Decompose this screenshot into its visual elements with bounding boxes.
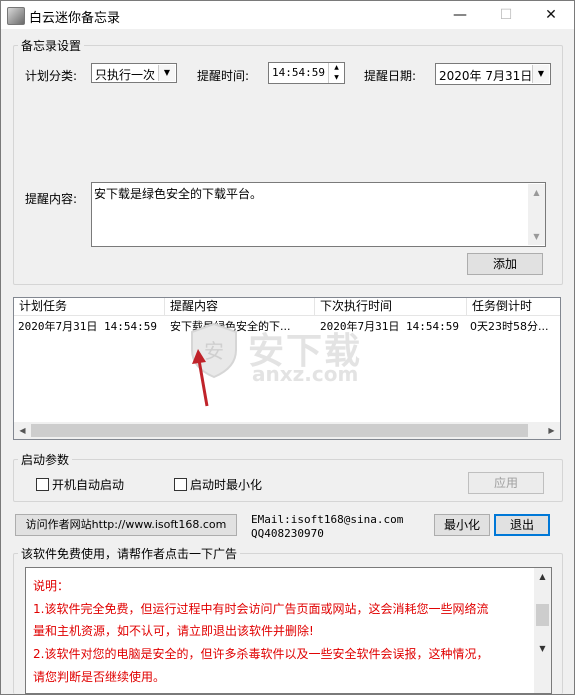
time-spinner[interactable]: 14:54:59 ▲ ▼ bbox=[268, 62, 345, 84]
chevron-down-icon[interactable]: ▼ bbox=[532, 65, 549, 83]
settings-group-label: 备忘录设置 bbox=[18, 37, 85, 54]
close-window-button[interactable]: ✕ bbox=[528, 1, 574, 29]
hscroll-thumb[interactable] bbox=[31, 424, 528, 437]
app-icon bbox=[7, 7, 25, 25]
qq-text: QQ408230970 bbox=[251, 527, 324, 540]
ad-line-4: 请您判断是否继续使用。 bbox=[33, 670, 166, 684]
add-button[interactable]: 添加 bbox=[467, 253, 543, 275]
ad-line-2: 量和主机资源，如不认可，请立即退出该软件并删除! bbox=[33, 624, 314, 638]
time-label: 提醒时间: bbox=[197, 69, 250, 83]
category-label: 计划分类: bbox=[25, 69, 78, 83]
ad-line-title: 说明： bbox=[33, 579, 70, 593]
date-picker[interactable]: 2020年 7月31日 ▼ bbox=[435, 63, 551, 85]
time-value: 14:54:59 bbox=[272, 66, 325, 79]
email-text: EMail:isoft168@sina.com bbox=[251, 513, 404, 526]
date-label: 提醒日期: bbox=[364, 69, 417, 83]
title-bar[interactable]: 白云迷你备忘录 — ☐ ✕ bbox=[1, 1, 574, 29]
spinner-buttons[interactable]: ▲ ▼ bbox=[328, 63, 344, 83]
minimize-window-button[interactable]: — bbox=[437, 1, 483, 29]
startup-group-label: 启动参数 bbox=[18, 451, 73, 468]
ad-content-box[interactable]: 说明： 1.该软件完全免费，但运行过程中有时会访问广告页面或网站，这会消耗您一些… bbox=[25, 567, 552, 694]
ad-scroll-thumb[interactable] bbox=[536, 604, 549, 626]
column-header-task[interactable]: 计划任务 bbox=[14, 298, 165, 315]
content-textarea[interactable]: 安下载是绿色安全的下载平台。 ▲ ▼ bbox=[91, 182, 546, 247]
maximize-window-button: ☐ bbox=[499, 7, 513, 23]
task-list-header: 计划任务 提醒内容 下次执行时间 任务倒计时 bbox=[14, 298, 560, 316]
column-header-next-time[interactable]: 下次执行时间 bbox=[315, 298, 467, 315]
ad-scrollbar[interactable]: ▲ ▼ bbox=[534, 568, 551, 693]
category-value: 只执行一次 bbox=[95, 68, 156, 82]
minimize-button[interactable]: 最小化 bbox=[434, 514, 490, 536]
app-window: 白云迷你备忘录 — ☐ ✕ 备忘录设置 计划分类: 只执行一次 ▼ 提醒时间: … bbox=[0, 0, 575, 695]
column-header-content[interactable]: 提醒内容 bbox=[165, 298, 315, 315]
autostart-checkbox[interactable] bbox=[36, 478, 49, 491]
category-select[interactable]: 只执行一次 ▼ bbox=[91, 63, 177, 83]
watermark-domain: anxz.com bbox=[252, 362, 359, 386]
window-title: 白云迷你备忘录 bbox=[29, 11, 121, 26]
chevron-down-icon[interactable]: ▼ bbox=[158, 65, 175, 81]
task-list-hscrollbar[interactable]: ◀ ▶ bbox=[14, 422, 560, 439]
scroll-left-icon[interactable]: ◀ bbox=[14, 422, 31, 439]
date-value: 2020年 7月31日 bbox=[439, 69, 533, 83]
scroll-right-icon[interactable]: ▶ bbox=[543, 422, 560, 439]
minimized-checkbox[interactable] bbox=[174, 478, 187, 491]
exit-button[interactable]: 退出 bbox=[494, 514, 550, 536]
content-scrollbar[interactable]: ▲ ▼ bbox=[528, 184, 545, 245]
content-label: 提醒内容: bbox=[25, 192, 78, 206]
task-list[interactable]: 计划任务 提醒内容 下次执行时间 任务倒计时 2020年7月31日 14:54:… bbox=[13, 297, 561, 440]
autostart-label[interactable]: 开机自动启动 bbox=[52, 476, 124, 493]
scroll-up-icon[interactable]: ▲ bbox=[528, 184, 545, 201]
spin-up-icon[interactable]: ▲ bbox=[329, 63, 344, 73]
scroll-down-icon[interactable]: ▼ bbox=[534, 640, 551, 657]
spin-down-icon[interactable]: ▼ bbox=[329, 73, 344, 83]
visit-website-button[interactable]: 访问作者网站http://www.isoft168.com bbox=[15, 514, 237, 536]
row-task-cell: 2020年7月31日 14:54:59 bbox=[18, 320, 157, 333]
apply-button: 应用 bbox=[468, 472, 544, 494]
scroll-up-icon[interactable]: ▲ bbox=[534, 568, 551, 585]
row-countdown-cell: 0天23时58分... bbox=[470, 320, 549, 333]
minimized-label[interactable]: 启动时最小化 bbox=[190, 476, 262, 493]
annotation-arrow-icon bbox=[192, 349, 209, 407]
ad-line-3: 2.该软件对您的电脑是安全的，但许多杀毒软件以及一些安全软件会误报，这种情况， bbox=[33, 647, 489, 661]
ad-group-label: 该软件免费使用，请帮作者点击一下广告 bbox=[18, 545, 241, 562]
ad-line-1: 1.该软件完全免费，但运行过程中有时会访问广告页面或网站，这会消耗您一些网络流 bbox=[33, 602, 489, 616]
column-header-countdown[interactable]: 任务倒计时 bbox=[467, 298, 560, 315]
scroll-down-icon[interactable]: ▼ bbox=[528, 228, 545, 245]
content-value: 安下载是绿色安全的下载平台。 bbox=[94, 187, 263, 201]
